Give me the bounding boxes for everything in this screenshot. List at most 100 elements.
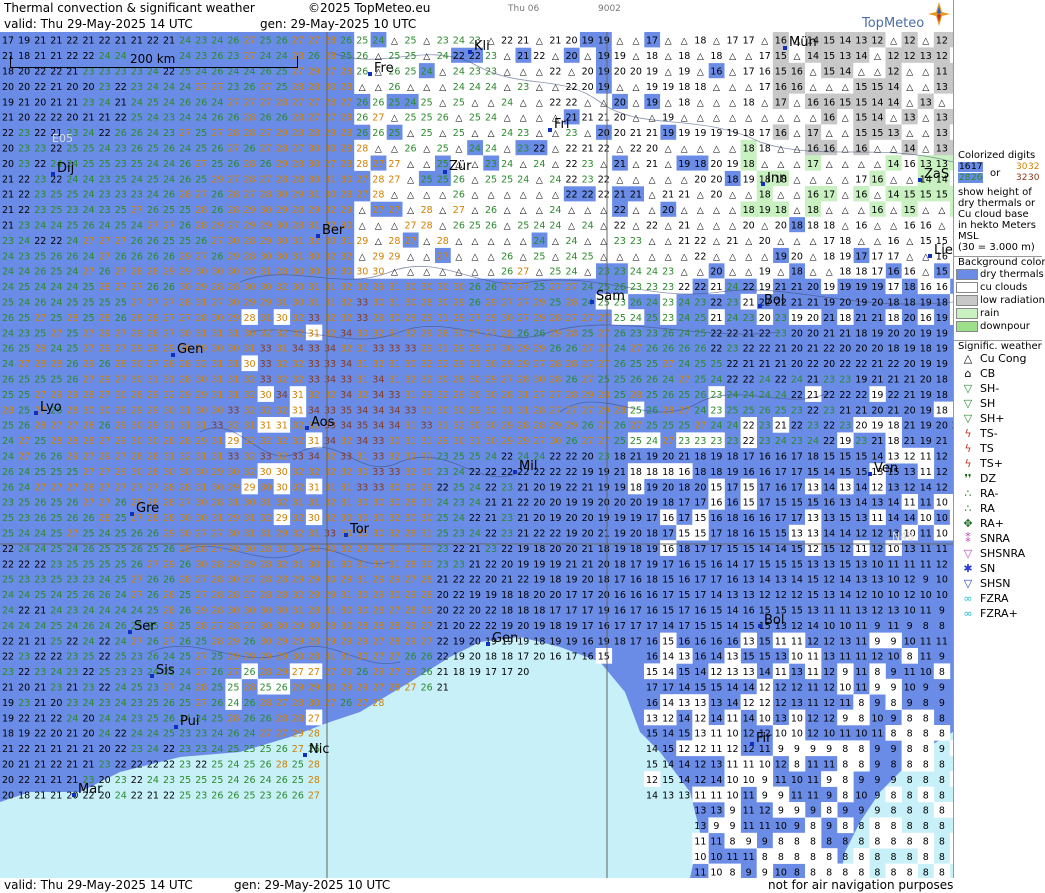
thermal-digit: 21 [871,313,883,324]
thermal-digit: 23 [743,313,755,324]
thermal-digit: 29 [421,482,433,493]
thermal-digit: 15 [823,36,835,47]
thermal-digit: 14 [710,713,722,724]
thermal-digit: 31 [244,344,256,355]
thermal-digit: 8 [858,698,864,709]
thermal-digit: 21 [517,36,529,47]
thermal-digit: 28 [340,144,352,155]
thermal-digit: 24 [727,282,739,293]
thermal-digit: 14 [855,482,867,493]
thermal-digit: 22 [99,636,111,647]
thermal-digit: 28 [324,621,336,632]
cu-cong-icon: △ [793,160,800,170]
thermal-digit: 27 [469,313,481,324]
thermal-digit: 27 [147,298,159,309]
thermal-digit: 25 [66,344,78,355]
thermal-digit: 8 [907,744,913,755]
thermal-digit: 25 [743,405,755,416]
thermal-digit: 17 [646,513,658,524]
thermal-digit: 25 [211,683,223,694]
thermal-digit: 11 [855,683,867,694]
thermal-digit: 16 [727,636,739,647]
thermal-digit: 12 [646,775,658,786]
thermal-digit: 32 [163,390,175,401]
cu-cong-icon: △ [842,114,849,124]
thermal-digit: 25 [469,113,481,124]
thermal-digit: 28 [131,267,143,278]
thermal-digit: 29 [388,575,400,586]
thermal-digit: 8 [907,713,913,724]
thermal-digit: 25 [646,313,658,324]
thermal-digit: 21 [775,359,787,370]
thermal-digit: 17 [743,559,755,570]
topmeteo-logo[interactable]: TopMeteo [860,2,952,32]
thermal-digit: 24 [630,267,642,278]
weather-map[interactable]: 17 19 21 21 22 21 22 21 21 22 21 24 23 24 26 27 25 26 27 27… [0,32,953,878]
thermal-digit: 20 [871,298,883,309]
thermal-digit: 30 [372,529,384,540]
thermal-digit: 21 [18,97,30,108]
thermal-digit: 26 [34,267,46,278]
thermal-digit: 28 [99,513,111,524]
thermal-digit: 17 [871,251,883,262]
thermal-digit: 20 [501,559,513,570]
thermal-digit: 23 [179,729,191,740]
thermal-digit: 25 [211,760,223,771]
cu-cong-icon: △ [729,206,736,216]
thermal-digit: 10 [920,667,932,678]
thermal-digit: 24 [99,529,111,540]
thermal-digit: 24 [469,498,481,509]
thermal-digit: 30 [453,405,465,416]
thermal-digit: 27 [388,205,400,216]
thermal-digit: 21 [34,698,46,709]
logo-text: TopMeteo [862,16,925,31]
thermal-digit: 32 [244,467,256,478]
thermal-digit: 22 [630,144,642,155]
thermal-digit: 26 [646,344,658,355]
thermal-digit: 22 [743,375,755,386]
thermal-digit: 21 [18,760,30,771]
thermal-digit: 23 [195,790,207,801]
thermal-digit: 35 [356,421,368,432]
thermal-digit: 22 [34,236,46,247]
thermal-digit: 20 [566,51,578,62]
thermal-digit: 30 [227,298,239,309]
cu-cong-icon: △ [793,206,800,216]
thermal-digit: 25 [501,174,513,185]
thermal-digit: 22 [566,482,578,493]
thermal-digit: 12 [823,683,835,694]
thermal-digit: 28 [501,328,513,339]
thermal-digit: 18 [775,205,787,216]
thermal-digit: 26 [147,590,159,601]
thermal-digit: 23 [34,205,46,216]
thermal-digit: 30 [324,544,336,555]
thermal-digit: 32 [340,344,352,355]
thermal-digit: 33 [372,467,384,478]
thermal-digit: 28 [388,636,400,647]
thermal-digit: 11 [727,713,739,724]
thermal-digit: 26 [179,606,191,617]
thermal-digit: 18 [678,51,690,62]
thermal-digit: 20 [66,113,78,124]
cu-cong-icon: △ [455,237,462,247]
thermal-digit: 24 [83,190,95,201]
thermal-digit: 33 [372,344,384,355]
cu-cong-icon: △ [568,206,575,216]
cu-cong-icon: △ [536,268,543,278]
thermal-digit: 12 [694,744,706,755]
thermal-digit: 10 [823,621,835,632]
thermal-digit: 15 [710,482,722,493]
thermal-digit: 26 [356,51,368,62]
thermal-digit: 14 [839,529,851,540]
thermal-digit: 24 [18,267,30,278]
thermal-digit: 29 [99,344,111,355]
thermal-digit: 11 [807,652,819,663]
thermal-digit: 30 [276,221,288,232]
thermal-digit: 24 [662,375,674,386]
thermal-digit: 10 [936,590,948,601]
thermal-digit: 27 [244,575,256,586]
thermal-digit: 27 [211,529,223,540]
thermal-digit: 28 [179,298,191,309]
thermal-digit: 32 [276,559,288,570]
thermal-digit: 31 [308,529,320,540]
